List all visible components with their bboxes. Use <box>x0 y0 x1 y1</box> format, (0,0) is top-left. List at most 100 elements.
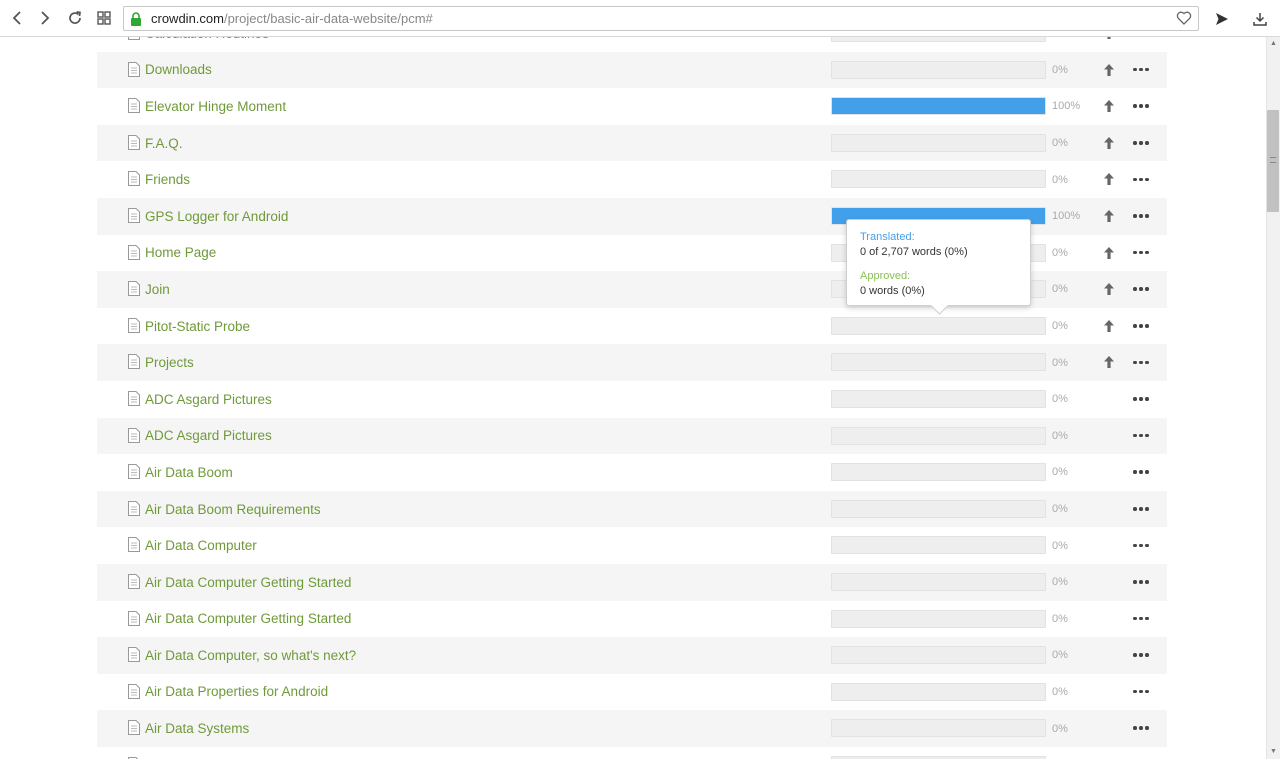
speed-dial-icon[interactable] <box>90 4 118 32</box>
file-name-link[interactable]: Air Data Computer <box>145 538 257 553</box>
progress-bar[interactable] <box>831 426 1046 445</box>
file-name-link[interactable]: Air Data Computer Getting Started <box>145 575 351 590</box>
more-options-icon[interactable] <box>1131 389 1151 409</box>
address-bar[interactable]: crowdin.com/project/basic-air-data-websi… <box>123 6 1199 31</box>
progress-bar[interactable] <box>831 609 1046 628</box>
file-name-link[interactable]: Air Data Boom <box>145 465 233 480</box>
progress-bar[interactable] <box>831 389 1046 408</box>
heart-icon[interactable] <box>1176 10 1192 26</box>
file-name-link[interactable]: Home Page <box>145 245 216 260</box>
file-name-link[interactable]: Air Data Computer, so what's next? <box>145 648 356 663</box>
file-name-link[interactable]: Air Data Boom Requirements <box>145 502 321 517</box>
more-options-icon[interactable] <box>1131 609 1151 629</box>
url-path: /project/basic-air-data-website/pcm# <box>223 11 433 26</box>
more-options-icon[interactable] <box>1131 60 1151 80</box>
file-name-link[interactable]: Join <box>145 282 170 297</box>
upload-arrow-icon[interactable] <box>1103 37 1115 40</box>
more-options-icon[interactable] <box>1131 243 1151 263</box>
more-options-icon[interactable] <box>1131 462 1151 482</box>
file-row[interactable]: Downloads 0% <box>97 51 1167 89</box>
more-options-icon[interactable] <box>1131 572 1151 592</box>
file-name-link[interactable]: Calculation Routines <box>145 37 269 41</box>
progress-bar[interactable] <box>831 536 1046 555</box>
scroll-down-icon[interactable]: ▼ <box>1270 748 1277 755</box>
file-row[interactable]: Elevator Hinge Moment 100% <box>97 88 1167 125</box>
file-row[interactable]: Air Data Computer, so what's next? 0% <box>97 637 1167 674</box>
file-name-link[interactable]: Air Data Computer Getting Started <box>145 611 351 626</box>
more-options-icon[interactable] <box>1131 645 1151 665</box>
file-row[interactable]: Friends 0% <box>97 161 1167 198</box>
progress-bar[interactable] <box>831 133 1046 152</box>
progress-bar[interactable] <box>831 170 1046 189</box>
progress-bar[interactable] <box>831 353 1046 372</box>
progress-bar[interactable] <box>831 682 1046 701</box>
more-options-icon[interactable] <box>1131 169 1151 189</box>
file-row[interactable]: Pitot-Static Probe 0% <box>97 308 1167 345</box>
more-options-icon[interactable] <box>1131 755 1151 759</box>
file-row[interactable]: Air Data Boom Requirements 0% <box>97 490 1167 528</box>
reload-icon[interactable] <box>61 4 89 32</box>
progress-bar[interactable] <box>831 60 1046 79</box>
forward-icon[interactable] <box>31 4 59 32</box>
more-options-icon[interactable] <box>1131 316 1151 336</box>
file-row[interactable]: Projects 0% <box>97 344 1167 381</box>
upload-arrow-icon[interactable] <box>1103 172 1115 186</box>
upload-arrow-icon[interactable] <box>1103 319 1115 333</box>
file-row[interactable]: ADC Asgard Pictures 0% <box>97 417 1167 455</box>
upload-arrow-icon[interactable] <box>1103 246 1115 260</box>
more-options-icon[interactable] <box>1131 718 1151 738</box>
upload-arrow-icon[interactable] <box>1103 355 1115 369</box>
progress-percent: 0% <box>1052 539 1068 552</box>
file-row[interactable]: F.A.Q. 0% <box>97 124 1167 162</box>
file-name-link[interactable]: Projects <box>145 355 194 370</box>
upload-arrow-icon[interactable] <box>1103 282 1115 296</box>
more-options-icon[interactable] <box>1131 426 1151 446</box>
upload-arrow-icon[interactable] <box>1103 63 1115 77</box>
file-name-link[interactable]: ADC Asgard Pictures <box>145 392 272 407</box>
download-icon[interactable] <box>1249 8 1271 30</box>
more-options-icon[interactable] <box>1131 279 1151 299</box>
progress-bar[interactable] <box>831 646 1046 665</box>
more-options-icon[interactable] <box>1131 133 1151 153</box>
back-icon[interactable] <box>3 4 31 32</box>
upload-arrow-icon[interactable] <box>1103 99 1115 113</box>
file-name-link[interactable]: Elevator Hinge Moment <box>145 99 286 114</box>
progress-bar[interactable] <box>831 463 1046 482</box>
file-row[interactable] <box>97 747 1167 759</box>
flow-icon[interactable] <box>1211 8 1233 30</box>
more-options-icon[interactable] <box>1131 535 1151 555</box>
file-name-link[interactable]: Air Data Systems <box>145 721 249 736</box>
file-name-link[interactable]: Downloads <box>145 62 212 77</box>
file-row[interactable]: Air Data Properties for Android 0% <box>97 674 1167 711</box>
file-name-link[interactable]: Pitot-Static Probe <box>145 319 250 334</box>
file-row[interactable]: Air Data Boom 0% <box>97 454 1167 491</box>
more-options-icon[interactable] <box>1131 352 1151 372</box>
scroll-up-icon[interactable]: ▲ <box>1270 40 1277 47</box>
file-icon <box>128 720 140 736</box>
more-options-icon[interactable] <box>1131 682 1151 702</box>
file-row[interactable]: Calculation Routines 0% <box>97 37 1167 52</box>
upload-arrow-icon[interactable] <box>1103 136 1115 150</box>
file-row[interactable]: ADC Asgard Pictures 0% <box>97 381 1167 418</box>
progress-bar[interactable] <box>831 97 1046 116</box>
file-row[interactable]: Air Data Systems 0% <box>97 710 1167 747</box>
more-options-icon[interactable] <box>1131 37 1151 43</box>
file-row[interactable]: Air Data Computer 0% <box>97 527 1167 564</box>
file-name-link[interactable]: Air Data Properties for Android <box>145 684 328 699</box>
file-name-link[interactable]: F.A.Q. <box>145 136 183 151</box>
file-name-link[interactable]: ADC Asgard Pictures <box>145 428 272 443</box>
file-row[interactable]: Air Data Computer Getting Started 0% <box>97 601 1167 638</box>
upload-arrow-icon[interactable] <box>1103 209 1115 223</box>
file-name-link[interactable]: GPS Logger for Android <box>145 209 288 224</box>
progress-bar[interactable] <box>831 37 1046 42</box>
progress-bar[interactable] <box>831 499 1046 518</box>
scrollbar-thumb[interactable] <box>1267 110 1279 212</box>
more-options-icon[interactable] <box>1131 206 1151 226</box>
progress-bar[interactable] <box>831 572 1046 591</box>
progress-bar[interactable] <box>831 719 1046 738</box>
more-options-icon[interactable] <box>1131 499 1151 519</box>
progress-bar[interactable] <box>831 316 1046 335</box>
more-options-icon[interactable] <box>1131 96 1151 116</box>
file-name-link[interactable]: Friends <box>145 172 190 187</box>
file-row[interactable]: Air Data Computer Getting Started 0% <box>97 563 1167 601</box>
